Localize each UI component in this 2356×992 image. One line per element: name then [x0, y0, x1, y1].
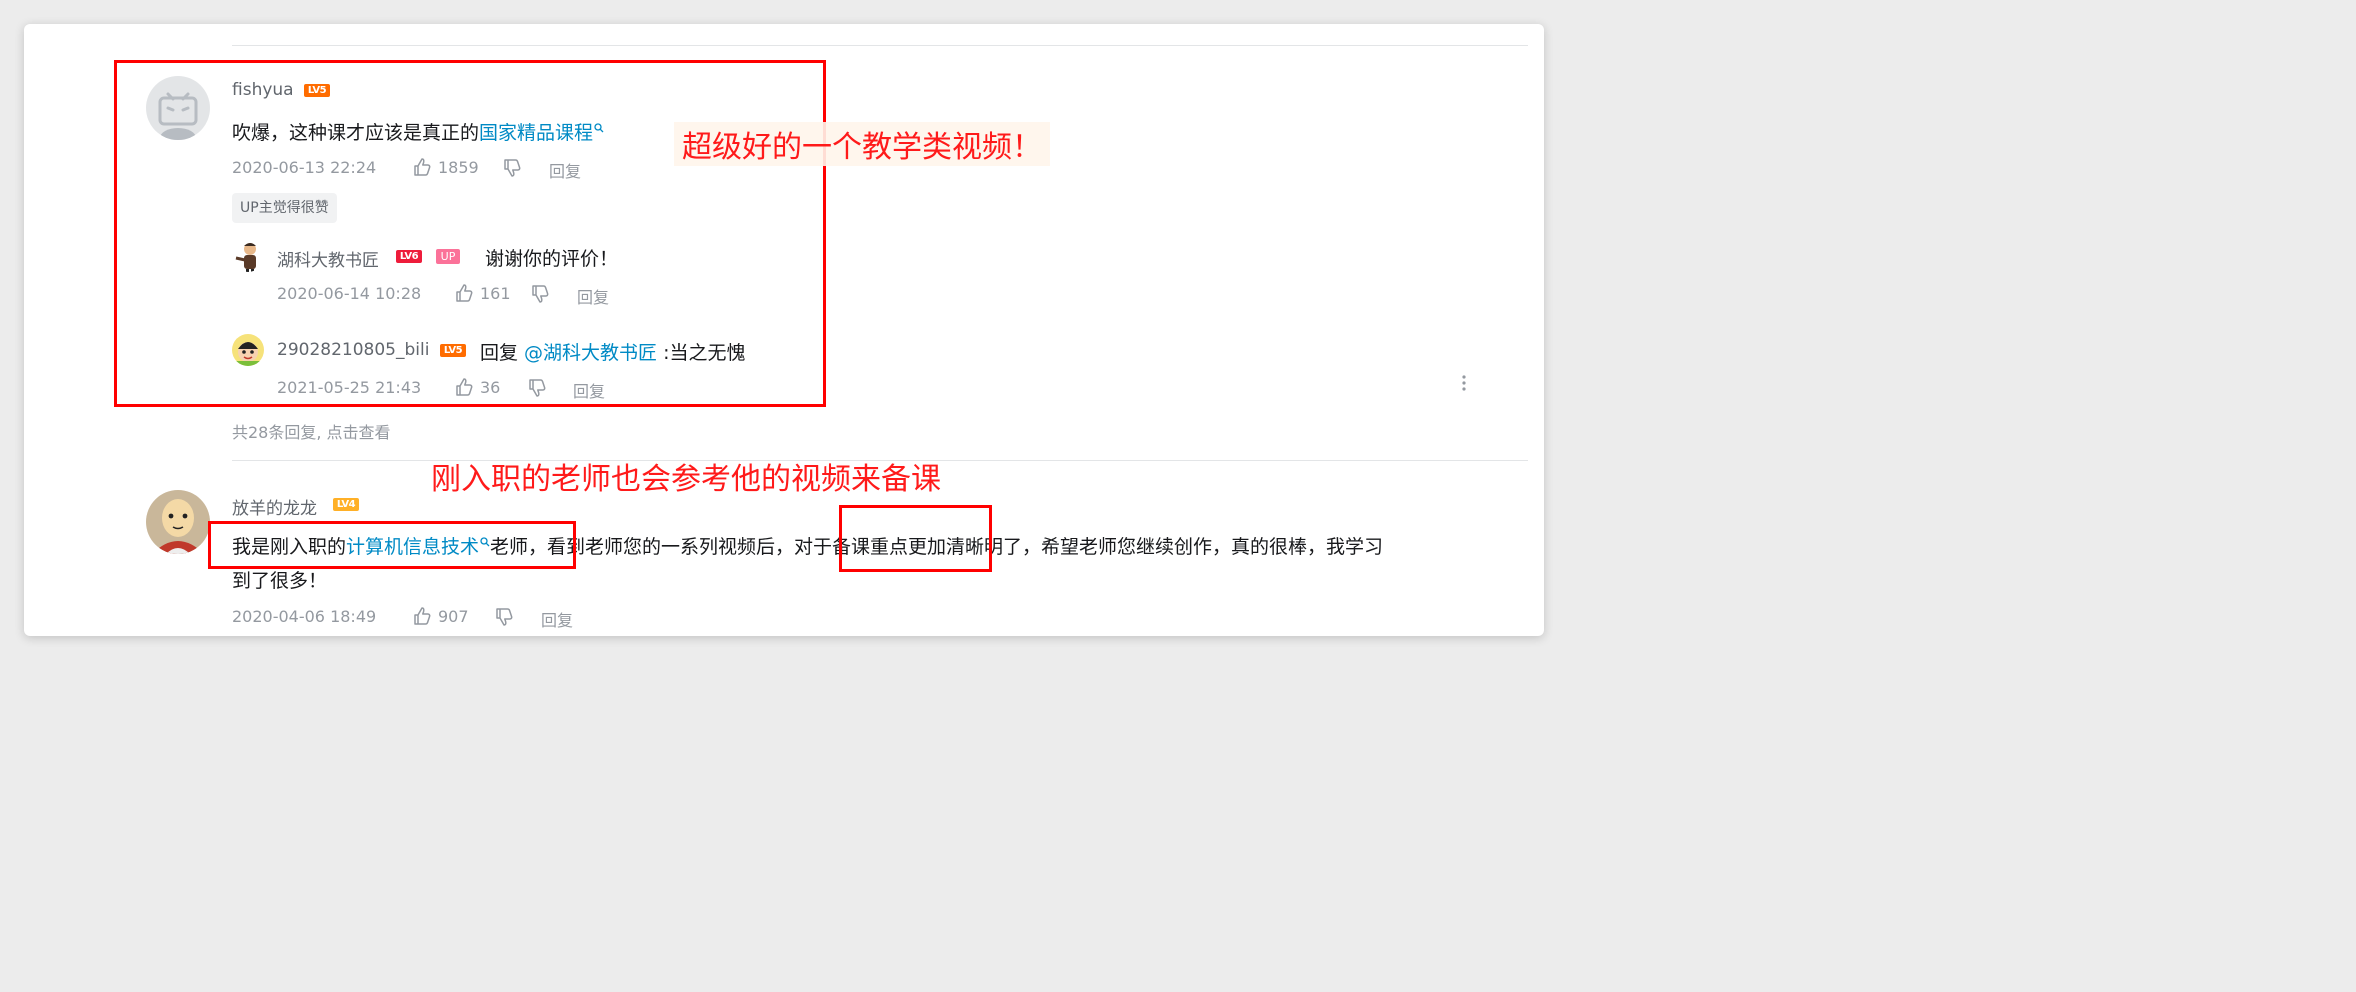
username[interactable]: 放羊的龙龙 [232, 494, 317, 519]
comment-panel: fishyua LV5 吹爆，这种课才应该是真正的国家精品课程 2020-06-… [24, 24, 1544, 636]
highlight-box-lesson-prep [839, 505, 992, 572]
highlight-box-first-comment [114, 60, 826, 407]
dislike-icon[interactable] [494, 607, 514, 627]
comment-text-line2: 到了很多！ [232, 570, 328, 592]
comment-date: 2020-04-06 18:49 [232, 607, 377, 626]
view-more-replies[interactable]: 共28条回复, 点击查看 [232, 419, 391, 443]
like-icon[interactable] [412, 606, 432, 626]
user-avatar[interactable] [146, 490, 210, 554]
annotation-first: 超级好的一个教学类视频！ [674, 122, 1050, 166]
top-divider [232, 45, 1528, 46]
more-options-icon[interactable] [1458, 374, 1470, 396]
highlight-box-teacher [208, 521, 576, 569]
annotation-second: 刚入职的老师也会参考他的视频来备课 [431, 462, 941, 497]
level-badge: LV4 [333, 498, 359, 511]
like-count: 907 [438, 607, 469, 626]
reply-button[interactable]: 回复 [541, 607, 573, 631]
